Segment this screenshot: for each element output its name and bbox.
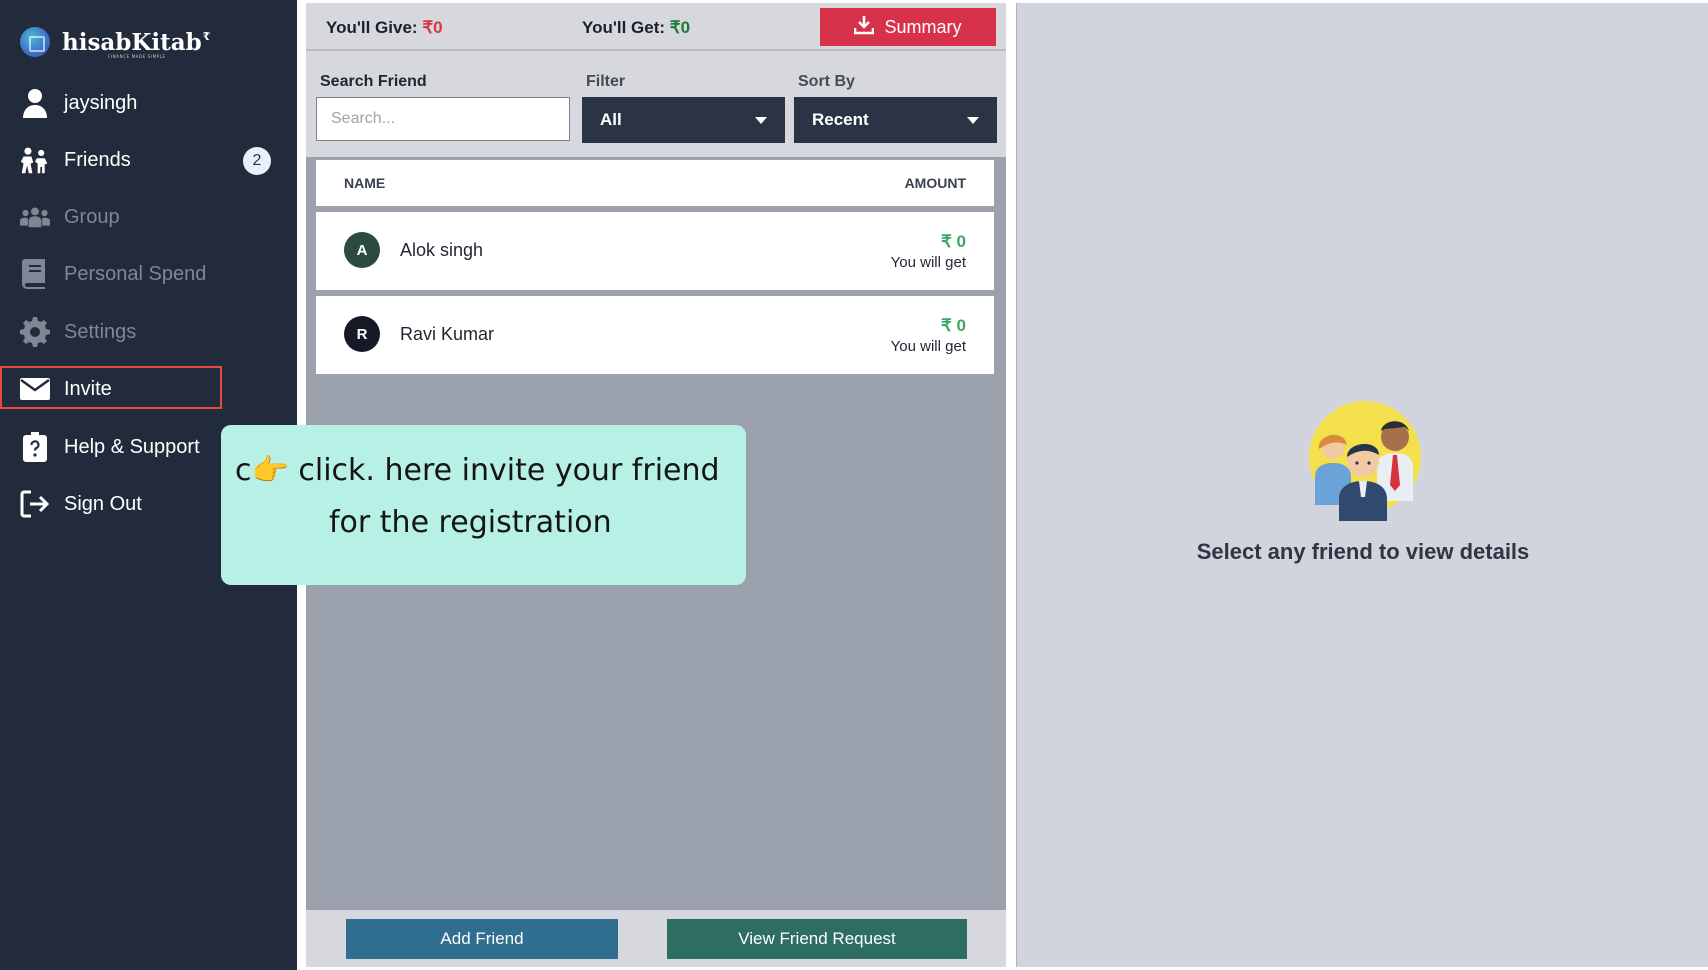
- sidebar-item-label: Group: [64, 205, 120, 228]
- sidebar-item-label: Sign Out: [64, 492, 142, 515]
- sidebar-item-settings[interactable]: Settings: [0, 306, 297, 358]
- friends-icon: [20, 145, 50, 175]
- sort-select-value: Recent: [812, 110, 869, 129]
- gear-icon: [20, 317, 50, 347]
- sign-out-icon: [20, 489, 50, 519]
- youll-give: You'll Give: ₹0: [326, 18, 443, 38]
- sidebar-item-label: Settings: [64, 320, 137, 343]
- avatar: A: [344, 232, 380, 268]
- group-icon: [20, 202, 50, 232]
- sort-label: Sort By: [798, 73, 855, 90]
- add-friend-button[interactable]: Add Friend: [346, 919, 618, 959]
- search-label: Search Friend: [320, 73, 427, 90]
- sidebar-item-label: Personal Spend: [64, 262, 207, 285]
- get-label: You'll Get:: [582, 18, 666, 37]
- sort-select[interactable]: Recent: [794, 97, 997, 143]
- sidebar-item-label: Help & Support: [64, 435, 200, 458]
- avatar: R: [344, 316, 380, 352]
- friend-amount: ₹ 0: [941, 316, 966, 335]
- caret-down-icon: [755, 116, 767, 124]
- friends-count-badge: 2: [243, 147, 271, 175]
- friend-amount: ₹ 0: [941, 232, 966, 251]
- sidebar-item-personal-spend[interactable]: Personal Spend: [0, 248, 297, 300]
- invite-tooltip-callout: c👉 click. here invite your friend for th…: [221, 425, 746, 585]
- callout-line-1: c👉 click. here invite your friend: [235, 453, 720, 488]
- filter-select[interactable]: All: [582, 97, 785, 143]
- friends-illustration-icon: [1307, 401, 1427, 521]
- summary-button-label: Summary: [884, 16, 962, 37]
- give-value: ₹0: [422, 18, 443, 37]
- give-label: You'll Give:: [326, 18, 418, 37]
- brand-tagline: FINANCE MADE SIMPLE: [108, 54, 166, 59]
- sidebar-item-group[interactable]: Group: [0, 191, 297, 243]
- get-value: ₹0: [669, 18, 691, 37]
- sidebar-item-profile[interactable]: jaysingh: [0, 77, 297, 129]
- friend-row[interactable]: R Ravi Kumar ₹ 0 You will get: [316, 296, 994, 374]
- empty-state-text: Select any friend to view details: [1196, 539, 1530, 564]
- download-icon: [854, 15, 875, 40]
- friend-amount-note: You will get: [890, 254, 966, 271]
- brand-name: hisabKitab: [62, 28, 202, 56]
- sidebar-item-friends[interactable]: Friends 2: [0, 134, 297, 186]
- balance-summary-bar: You'll Give: ₹0 You'll Get: ₹0 Summary: [306, 3, 1006, 51]
- app-logo-icon: [20, 27, 50, 57]
- friend-row[interactable]: A Alok singh ₹ 0 You will get: [316, 212, 994, 290]
- summary-button[interactable]: Summary: [820, 8, 996, 46]
- friend-amount-note: You will get: [890, 338, 966, 355]
- youll-get: You'll Get: ₹0: [582, 18, 690, 38]
- friend-name: Ravi Kumar: [400, 324, 495, 344]
- column-header-name: NAME: [344, 175, 386, 191]
- friends-table-header: NAME AMOUNT: [316, 160, 994, 206]
- sidebar-item-label: Friends: [64, 148, 131, 171]
- filter-bar: Search Friend Filter All Sort By Recent: [306, 51, 1006, 157]
- user-icon: [20, 88, 50, 118]
- brand-logo[interactable]: hisabKitab₹ FINANCE MADE SIMPLE: [20, 24, 210, 60]
- action-bar: Add Friend View Friend Request: [306, 910, 1006, 967]
- brand-symbol: ₹: [202, 29, 211, 43]
- callout-line-2: for the registration: [329, 505, 612, 540]
- filter-label: Filter: [586, 73, 626, 90]
- friend-details-panel: Select any friend to view details: [1016, 3, 1708, 967]
- invite-highlight-box: [0, 366, 222, 409]
- caret-down-icon: [967, 116, 979, 124]
- sidebar-item-label: jaysingh: [64, 91, 138, 114]
- clipboard-question-icon: [20, 432, 50, 462]
- friend-name: Alok singh: [400, 240, 484, 260]
- book-icon: [20, 259, 50, 289]
- column-header-amount: AMOUNT: [904, 175, 966, 191]
- filter-select-value: All: [600, 110, 622, 129]
- view-friend-request-button[interactable]: View Friend Request: [667, 919, 967, 959]
- search-input[interactable]: [316, 97, 570, 141]
